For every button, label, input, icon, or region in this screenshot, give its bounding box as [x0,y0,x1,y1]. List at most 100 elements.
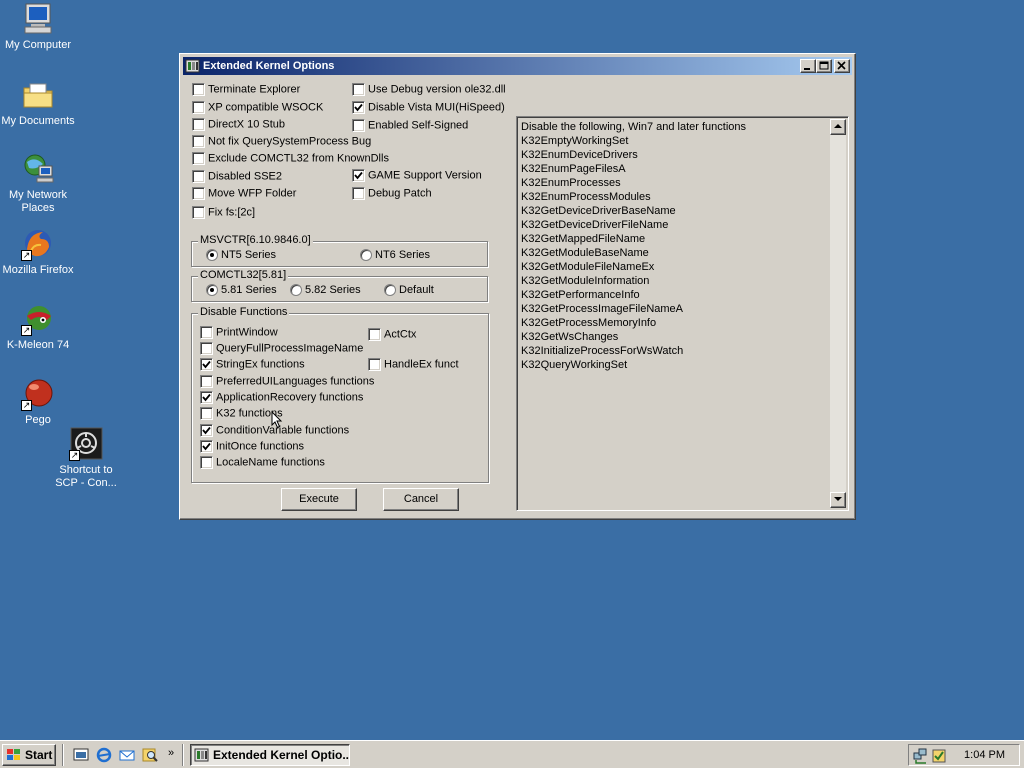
info-line: K32GetPerformanceInfo [521,289,640,301]
radio-581-series[interactable]: 5.81 Series [206,284,277,297]
info-line: K32GetMappedFileName [521,233,646,245]
tray-app-icon[interactable] [931,748,947,764]
func-initonce[interactable]: InitOnce functions [200,440,304,456]
radio-button[interactable] [384,284,396,297]
option-xp-compatible-wsock[interactable]: XP compatible WSOCK [192,101,323,117]
checkbox[interactable] [192,170,205,183]
info-line: K32QueryWorkingSet [521,359,628,371]
checkbox-checked[interactable] [352,169,365,182]
checkbox[interactable] [352,83,365,96]
option-move-wfp-folder[interactable]: Move WFP Folder [192,187,296,203]
func-localename[interactable]: LocaleName functions [200,456,325,472]
desktop-icon-label: My Documents [1,115,75,127]
info-line: K32EnumProcessModules [521,191,651,203]
start-button[interactable]: Start [2,744,56,766]
radio-nt6-series[interactable]: NT6 Series [360,249,430,262]
checkbox-checked[interactable] [352,101,365,114]
scroll-up-button[interactable] [830,119,846,135]
checkbox[interactable] [192,206,205,219]
checkbox[interactable] [192,101,205,114]
checkbox-checked[interactable] [200,424,213,437]
desktop-icon-k-meleon[interactable]: ↗ K-Meleon 74 [0,302,76,352]
checkbox[interactable] [192,152,205,165]
option-not-fix-querysystemprocess[interactable]: Not fix QuerySystemProcess Bug [192,135,371,151]
desktop-icon-my-computer[interactable]: My Computer [0,2,76,52]
desktop-icon-label: K-Meleon 74 [6,339,70,351]
shortcut-arrow-icon: ↗ [21,250,32,261]
info-line: K32EmptyWorkingSet [521,135,629,147]
checkbox[interactable] [192,135,205,148]
info-line: K32GetProcessMemoryInfo [521,317,657,329]
option-directx10-stub[interactable]: DirectX 10 Stub [192,118,285,134]
msvcrt-group-title: MSVCTR[6.10.9846.0] [198,234,313,246]
checkbox[interactable] [352,119,365,132]
func-printwindow[interactable]: PrintWindow [200,326,278,342]
option-disabled-sse2[interactable]: Disabled SSE2 [192,170,282,186]
func-queryfullprocessimagename[interactable]: QueryFullProcessImageName [200,342,363,358]
checkbox[interactable] [192,118,205,131]
checkbox[interactable] [200,456,213,469]
minimize-button[interactable] [800,59,816,73]
search-icon[interactable] [142,747,158,763]
radio-default[interactable]: Default [384,284,434,297]
quick-launch-more-icon[interactable]: » [168,747,174,759]
desktop-icon-my-documents[interactable]: My Documents [0,78,76,128]
internet-explorer-icon[interactable] [96,747,112,763]
radio-button[interactable] [360,249,372,262]
func-applicationrecovery[interactable]: ApplicationRecovery functions [200,391,363,407]
checkbox[interactable] [368,358,381,371]
func-actctx[interactable]: ActCtx [368,328,416,344]
checkbox[interactable] [192,187,205,200]
checkbox[interactable] [368,328,381,341]
taskbar-separator [62,744,64,766]
checkbox[interactable] [352,187,365,200]
scp-shortcut-icon: ↗ [69,427,103,461]
info-text-box[interactable]: Disable the following, Win7 and later fu… [516,116,849,511]
option-exclude-comctl32[interactable]: Exclude COMCTL32 from KnownDlls [192,152,389,168]
taskbar: Start » Extended Kernel Optio... 1:04 PM [0,740,1024,768]
desktop-icon-pego[interactable]: ↗ Pego [0,377,76,427]
option-debug-ole32[interactable]: Use Debug version ole32.dll [352,83,506,99]
network-tray-icon[interactable] [913,748,929,764]
checkbox[interactable] [200,326,213,339]
radio-nt5-series[interactable]: NT5 Series [206,249,276,262]
option-enabled-self-signed[interactable]: Enabled Self-Signed [352,119,468,135]
checkbox-checked[interactable] [200,391,213,404]
desktop-icon-mozilla-firefox[interactable]: ↗ Mozilla Firefox [0,227,76,277]
desktop-icon-label: Pego [25,414,51,426]
maximize-button[interactable] [816,59,832,73]
info-line: K32GetDeviceDriverBaseName [521,205,676,217]
cancel-button[interactable]: Cancel [383,488,459,511]
radio-button[interactable] [206,284,218,297]
func-handleex[interactable]: HandleEx funct [368,358,459,374]
show-desktop-icon[interactable] [73,747,89,763]
option-disable-vista-mui[interactable]: Disable Vista MUI(HiSpeed) [352,101,505,117]
checkbox[interactable] [200,375,213,388]
vertical-scrollbar[interactable] [830,119,846,508]
window-titlebar[interactable]: Extended Kernel Options [183,57,852,75]
desktop-icon-scp-shortcut[interactable]: ↗ Shortcut to SCP - Con... [48,427,124,490]
execute-button[interactable]: Execute [281,488,357,511]
checkbox[interactable] [192,83,205,96]
task-extended-kernel-options[interactable]: Extended Kernel Optio... [190,744,350,766]
func-stringex[interactable]: StringEx functions [200,358,305,374]
option-terminate-explorer[interactable]: Terminate Explorer [192,83,300,99]
checkbox[interactable] [200,407,213,420]
outlook-express-icon[interactable] [119,747,135,763]
desktop-icon-my-network-places[interactable]: My Network Places [0,152,76,215]
radio-button[interactable] [290,284,302,297]
option-debug-patch[interactable]: Debug Patch [352,187,432,203]
checkbox[interactable] [200,342,213,355]
radio-button[interactable] [206,249,218,262]
func-preferreduilanguages[interactable]: PreferredUILanguages functions [200,375,374,391]
msvcrt-group: MSVCTR[6.10.9846.0] NT5 Series NT6 Serie… [191,234,488,267]
option-fix-fs2c[interactable]: Fix fs:[2c] [192,206,255,222]
scroll-down-button[interactable] [830,492,846,508]
checkbox-checked[interactable] [200,358,213,371]
comctl32-group: COMCTL32[5.81] 5.81 Series 5.82 Series D… [191,269,488,302]
radio-582-series[interactable]: 5.82 Series [290,284,361,297]
clock[interactable]: 1:04 PM [964,745,1005,765]
checkbox-checked[interactable] [200,440,213,453]
close-button[interactable] [834,59,850,73]
option-game-support[interactable]: GAME Support Version [352,169,482,185]
